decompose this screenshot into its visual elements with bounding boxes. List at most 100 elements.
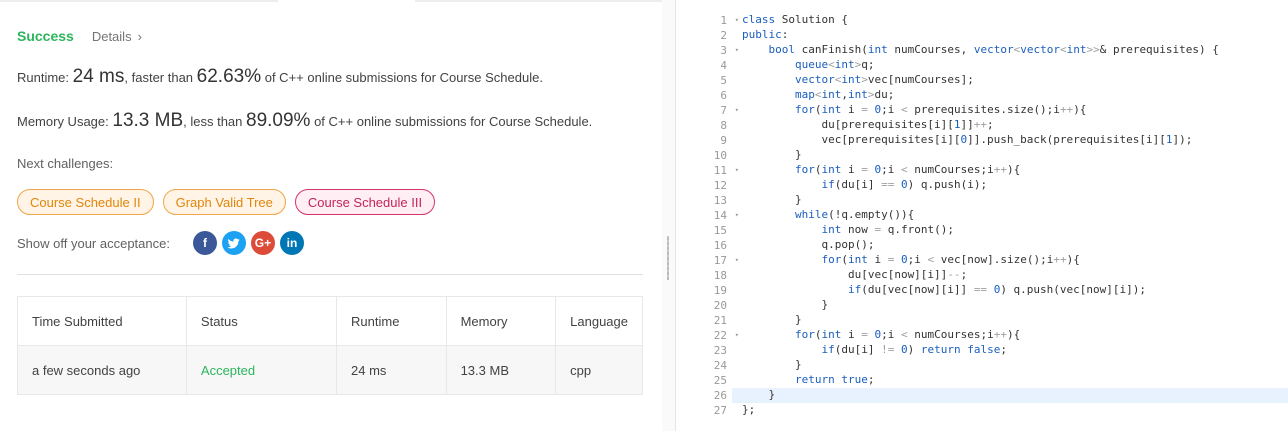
- runtime-suffix: of C++ online submissions for Course Sch…: [261, 70, 543, 85]
- code-line[interactable]: while(!q.empty()){: [742, 208, 1288, 223]
- facebook-icon[interactable]: f: [192, 231, 217, 255]
- google-plus-icon[interactable]: G+: [250, 231, 275, 255]
- memory-mid: , less than: [183, 114, 247, 129]
- challenge-chip-course-schedule-iii[interactable]: Course Schedule III: [294, 189, 436, 215]
- header-language: Language: [555, 296, 643, 346]
- line-number: 17 ▾: [713, 254, 739, 267]
- fold-toggle-icon[interactable]: ▾: [735, 43, 739, 58]
- code-line[interactable]: du[vec[now][i]]--;: [742, 268, 1288, 283]
- code-line[interactable]: q.pop();: [742, 238, 1288, 253]
- code-line[interactable]: vec[prerequisites[i][0]].push_back(prere…: [742, 133, 1288, 148]
- code-line[interactable]: };: [742, 403, 1288, 418]
- fold-toggle-icon[interactable]: ▾: [735, 328, 739, 343]
- code-line[interactable]: }: [742, 148, 1288, 163]
- line-number: 21: [713, 314, 727, 327]
- fold-toggle-icon[interactable]: ▾: [735, 103, 739, 118]
- line-number: 1 ▾: [720, 14, 739, 27]
- divider: [17, 274, 643, 275]
- code-line[interactable]: queue<int>q;: [742, 58, 1288, 73]
- next-challenges: Course Schedule II Graph Valid Tree Cour…: [17, 189, 436, 215]
- header-status: Status: [185, 296, 338, 346]
- cell-runtime: 24 ms: [336, 345, 447, 395]
- code-line[interactable]: for(int i = 0;i < vec[now].size();i++){: [742, 253, 1288, 268]
- code-line[interactable]: bool canFinish(int numCourses, vector<ve…: [742, 43, 1288, 58]
- line-number: 18: [713, 269, 727, 282]
- line-number: 22 ▾: [713, 329, 739, 342]
- header-memory: Memory: [445, 296, 557, 346]
- line-number: 3 ▾: [720, 44, 739, 57]
- twitter-icon[interactable]: [221, 231, 246, 255]
- memory-stat: Memory Usage: 13.3 MB, less than 89.09% …: [17, 110, 592, 132]
- line-number: 27: [713, 404, 727, 417]
- cell-memory: 13.3 MB: [445, 345, 557, 395]
- code-line[interactable]: map<int,int>du;: [742, 88, 1288, 103]
- code-line[interactable]: }: [742, 193, 1288, 208]
- line-number: 5: [720, 74, 727, 87]
- runtime-stat: Runtime: 24 ms, faster than 62.63% of C+…: [17, 66, 543, 88]
- drag-grip-icon: [667, 236, 669, 280]
- code-line[interactable]: int now = q.front();: [742, 223, 1288, 238]
- fold-toggle-icon[interactable]: ▾: [735, 163, 739, 178]
- code-line[interactable]: for(int i = 0;i < numCourses;i++){: [742, 163, 1288, 178]
- code-line[interactable]: du[prerequisites[i][1]]++;: [742, 118, 1288, 133]
- code-line[interactable]: return true;: [742, 373, 1288, 388]
- memory-prefix: Memory Usage:: [17, 114, 113, 129]
- code-line[interactable]: for(int i = 0;i < numCourses;i++){: [742, 328, 1288, 343]
- code-line[interactable]: vector<int>vec[numCourses];: [742, 73, 1288, 88]
- code-line[interactable]: }: [732, 388, 1288, 403]
- line-number: 10: [713, 149, 727, 162]
- cell-language: cpp: [555, 345, 643, 395]
- line-number: 4: [720, 59, 727, 72]
- line-number: 6: [720, 89, 727, 102]
- cell-time-submitted: a few seconds ago: [17, 345, 187, 395]
- tab-underline: [0, 0, 662, 2]
- memory-value: 13.3 MB: [112, 110, 184, 131]
- code-line[interactable]: }: [742, 313, 1288, 328]
- code-line[interactable]: if(du[i] == 0) q.push(i);: [742, 178, 1288, 193]
- share-row: Show off your acceptance: f G+ in: [17, 231, 304, 255]
- line-number: 14 ▾: [713, 209, 739, 222]
- line-number: 25: [713, 374, 727, 387]
- line-number: 15: [713, 224, 727, 237]
- table-header-row: Time Submitted Status Runtime Memory Lan…: [17, 296, 643, 346]
- submissions-table: Time Submitted Status Runtime Memory Lan…: [17, 296, 643, 395]
- code-line[interactable]: if(du[vec[now][i]] == 0) q.push(vec[now]…: [742, 283, 1288, 298]
- code-editor[interactable]: 1 ▾ 2 3 ▾ 4 5 6 7 ▾ 8 9 10 11 ▾ 12 13 14 ▾ 15 16 17 ▾ 18 19 20 21 2…: [675, 0, 1288, 431]
- fold-toggle-icon[interactable]: ▾: [735, 253, 739, 268]
- code-line[interactable]: class Solution {: [742, 13, 1288, 28]
- panel-resize-handle[interactable]: [662, 0, 675, 431]
- line-number: 16: [713, 239, 727, 252]
- fold-toggle-icon[interactable]: ▾: [735, 208, 739, 223]
- memory-suffix: of C++ online submissions for Course Sch…: [310, 114, 593, 129]
- line-number: 7 ▾: [720, 104, 739, 117]
- line-number-gutter: 1 ▾ 2 3 ▾ 4 5 6 7 ▾ 8 9 10 11 ▾ 12 13 14 ▾ 15 16 17 ▾ 18 19 20 21 2…: [676, 13, 739, 418]
- code-area[interactable]: class Solution {public: bool canFinish(i…: [732, 13, 1288, 418]
- code-line[interactable]: }: [742, 358, 1288, 373]
- next-challenges-label: Next challenges:: [17, 156, 114, 171]
- code-line[interactable]: }: [742, 298, 1288, 313]
- code-line[interactable]: public:: [742, 28, 1288, 43]
- linkedin-icon[interactable]: in: [279, 231, 304, 255]
- challenge-chip-course-schedule-ii[interactable]: Course Schedule II: [17, 189, 154, 215]
- share-label: Show off your acceptance:: [17, 235, 170, 251]
- line-number: 12: [713, 179, 727, 192]
- code-line[interactable]: for(int i = 0;i < prerequisites.size();i…: [742, 103, 1288, 118]
- details-label: Details: [91, 28, 132, 44]
- chevron-right-icon: ›: [137, 28, 142, 44]
- runtime-mid: , faster than: [124, 70, 197, 85]
- table-row: a few seconds ago Accepted 24 ms 13.3 MB…: [17, 345, 643, 395]
- line-number: 19: [713, 284, 727, 297]
- challenge-chip-graph-valid-tree[interactable]: Graph Valid Tree: [162, 189, 286, 215]
- runtime-prefix: Runtime:: [17, 70, 73, 85]
- submission-result-panel: Success Details › Runtime: 24 ms, faster …: [0, 0, 662, 431]
- line-number: 11 ▾: [713, 164, 739, 177]
- details-link[interactable]: Details ›: [92, 29, 142, 44]
- cell-status-link[interactable]: Accepted: [185, 345, 338, 395]
- runtime-percent: 62.63%: [196, 66, 262, 87]
- result-header: Success Details ›: [17, 26, 142, 46]
- line-number: 13: [713, 194, 727, 207]
- line-number: 24: [713, 359, 727, 372]
- code-line[interactable]: if(du[i] != 0) return false;: [742, 343, 1288, 358]
- fold-toggle-icon[interactable]: ▾: [735, 13, 739, 28]
- header-runtime: Runtime: [336, 296, 447, 346]
